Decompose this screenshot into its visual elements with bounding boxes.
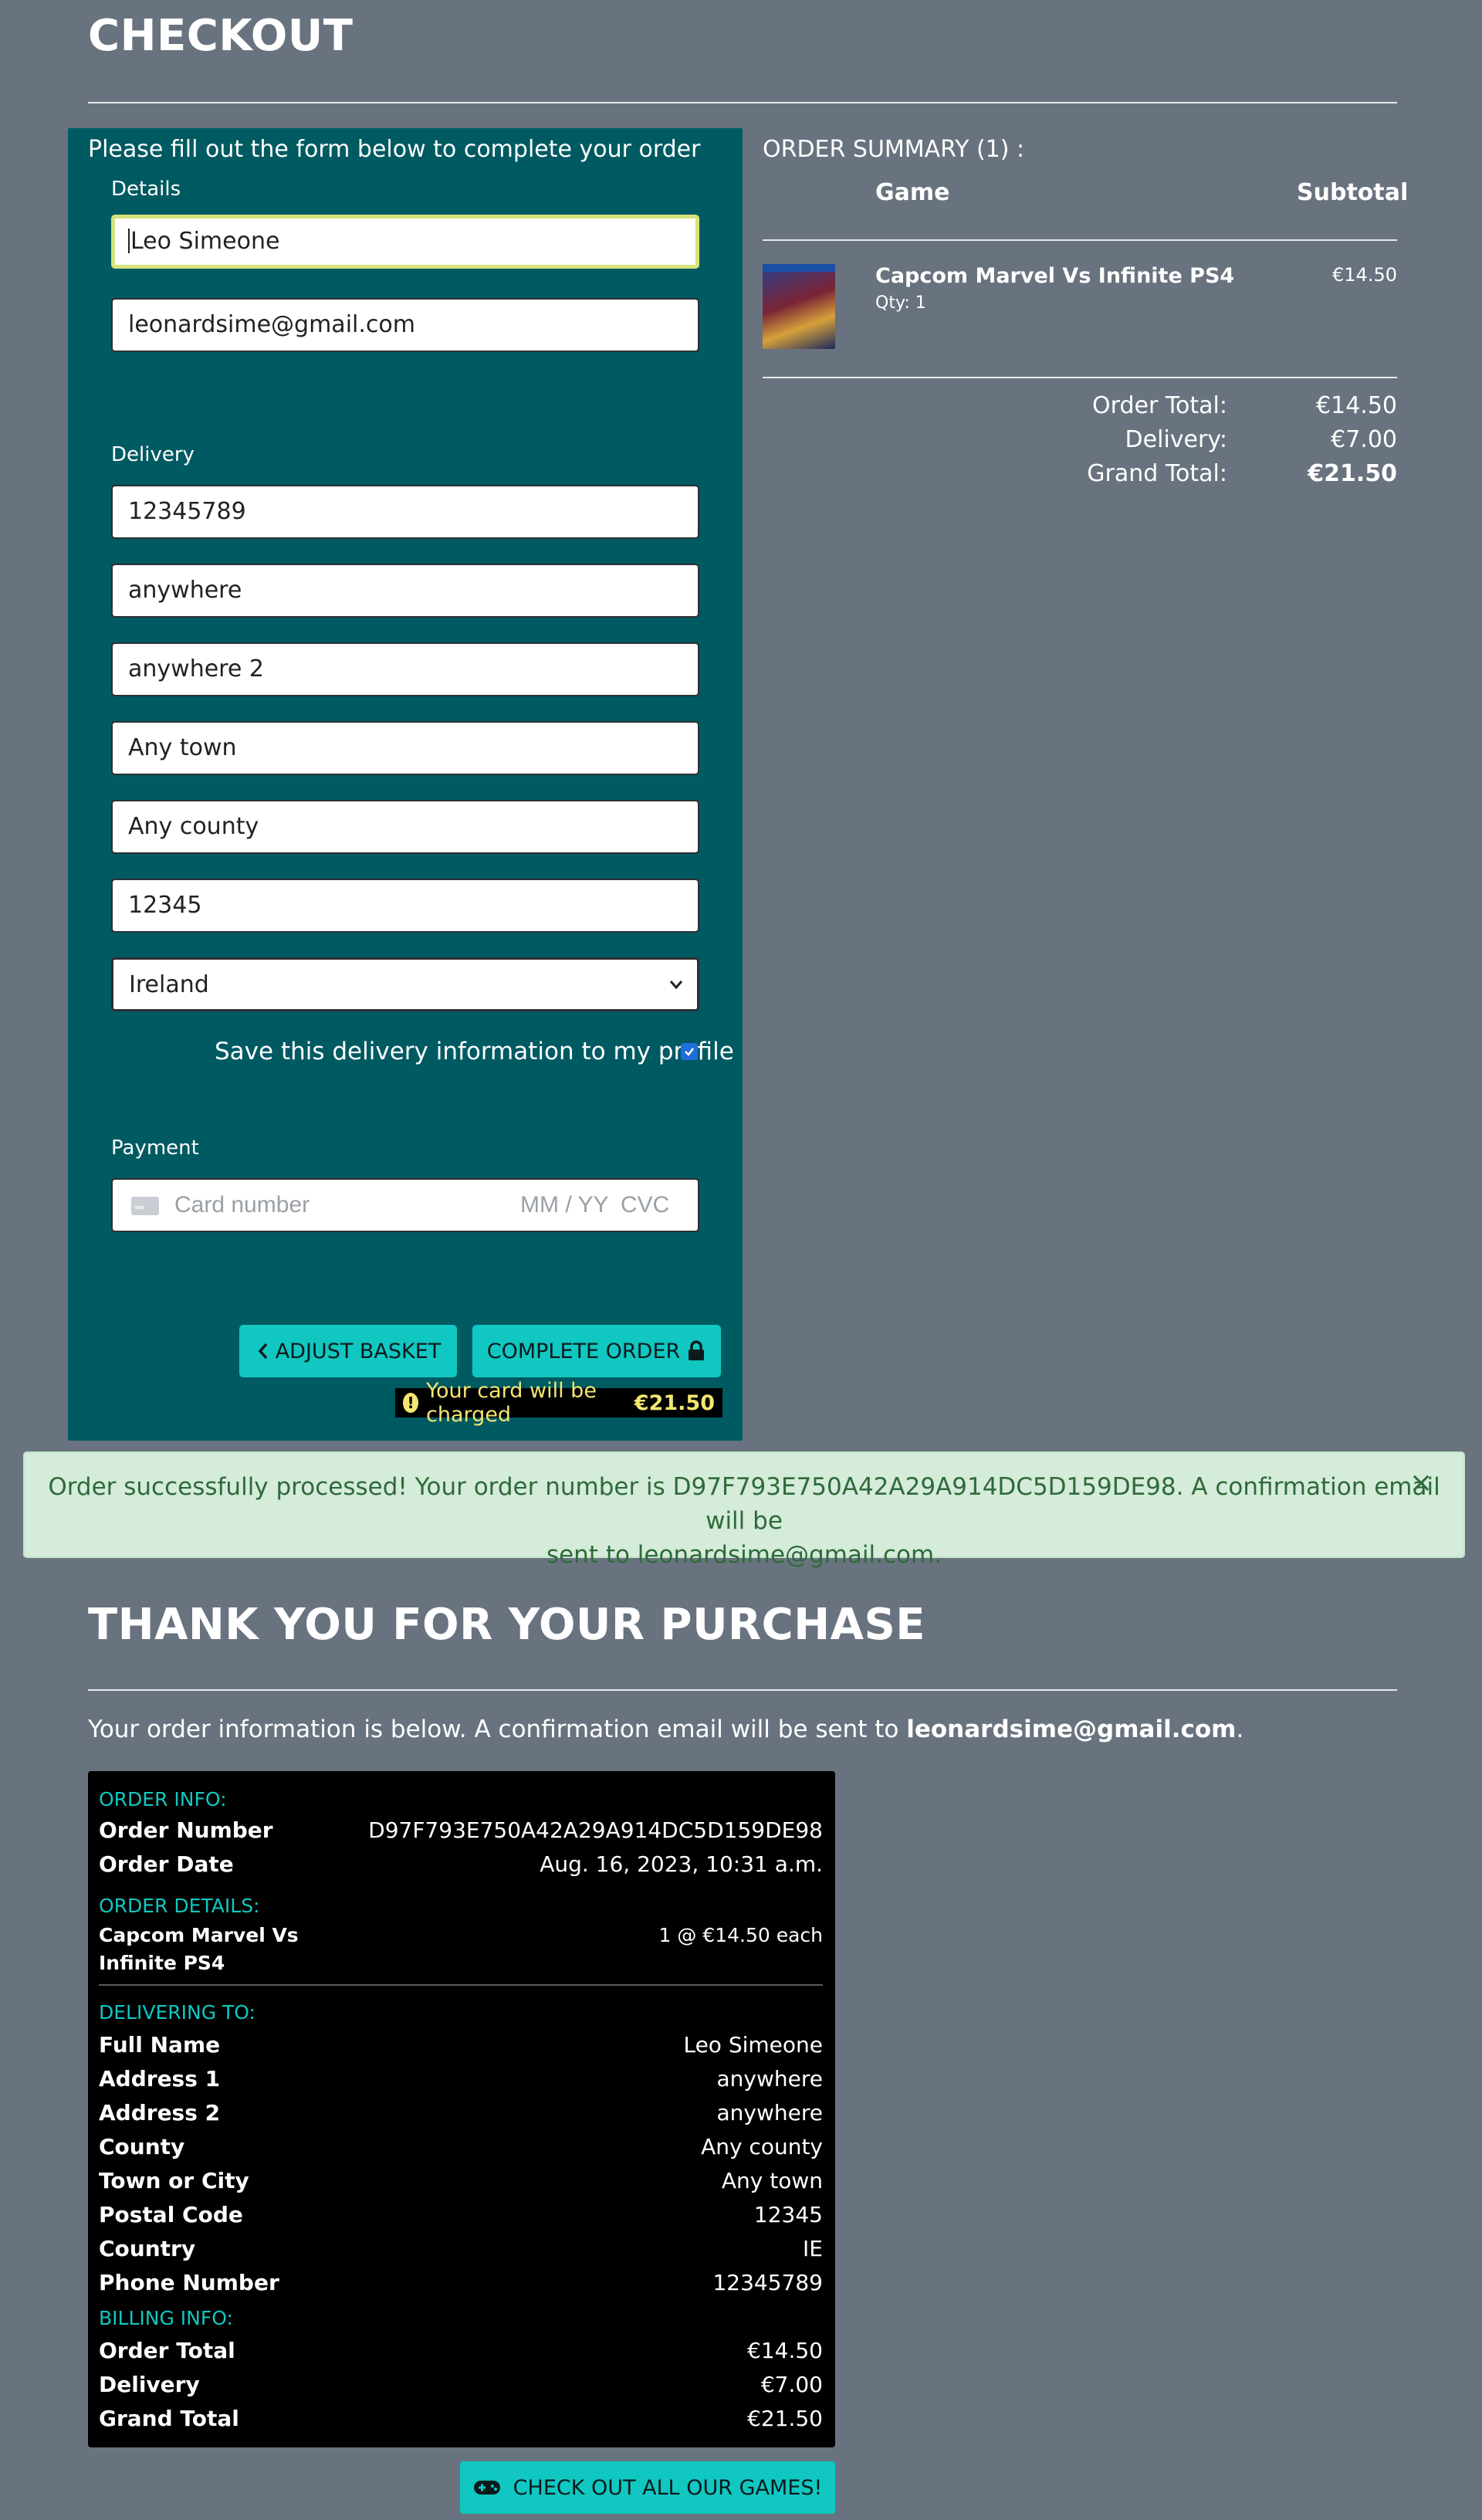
order-number-value: D97F793E750A42A29A914DC5D159DE98 — [368, 1817, 823, 1843]
order-summary-title: ORDER SUMMARY (1) : — [763, 136, 1025, 163]
check-icon — [685, 1048, 694, 1056]
full-name-value: Leo Simeone — [683, 2032, 823, 2058]
cvc-placeholder: CVC — [621, 1192, 670, 1218]
close-icon[interactable]: × — [1409, 1467, 1433, 1499]
delivery-cost-value: €7.00 — [1331, 426, 1397, 453]
receipt-delivery-value: €7.00 — [760, 2372, 823, 2397]
charge-amount: €21.50 — [634, 1390, 715, 1415]
success-alert: Order successfully processed! Your order… — [23, 1451, 1465, 1569]
lock-icon — [689, 1340, 705, 1360]
warning-icon: ! — [403, 1393, 419, 1413]
product-thumbnail[interactable] — [763, 264, 835, 349]
col-game-header: Game — [875, 179, 950, 206]
town-value: Any town — [721, 2168, 823, 2193]
receipt-order-total-label: Order Total — [99, 2338, 235, 2363]
confirmation-email: leonardsime@gmail.com — [906, 1716, 1237, 1743]
receipt-grand-total-label: Grand Total — [99, 2406, 239, 2431]
postcode-label: Postal Code — [99, 2202, 243, 2227]
address1-value: anywhere — [716, 2066, 823, 2092]
card-element[interactable]: Card number MM / YY CVC — [111, 1178, 699, 1232]
county-value: Any county — [701, 2134, 823, 2159]
order-date-value: Aug. 16, 2023, 10:31 a.m. — [540, 1851, 823, 1877]
full-name-label: Full Name — [99, 2032, 221, 2058]
thank-you-title: THANK YOU FOR YOUR PURCHASE — [88, 1600, 926, 1650]
col-subtotal-header: Subtotal — [1297, 179, 1409, 206]
complete-order-button[interactable]: COMPLETE ORDER — [472, 1325, 721, 1377]
alert-line-1: Order successfully processed! Your order… — [48, 1473, 1440, 1535]
address2-label: Address 2 — [99, 2100, 221, 2125]
receipt-divider — [99, 1984, 823, 1986]
receipt-item-qty-price: 1 @ €14.50 each — [658, 1924, 823, 1946]
address1-input[interactable]: anywhere — [111, 564, 699, 618]
text-caret — [128, 228, 130, 253]
adjust-basket-button[interactable]: ADJUST BASKET — [239, 1325, 457, 1377]
product-qty: Qty: 1 — [875, 293, 926, 313]
order-total-label: Order Total: — [1092, 392, 1227, 419]
charge-notice: ! Your card will be charged €21.50 — [395, 1379, 722, 1427]
phone-value: 12345789 — [712, 2270, 823, 2295]
full-name-input[interactable]: Leo Simeone — [111, 215, 699, 269]
grand-total-label: Grand Total: — [1087, 460, 1227, 487]
payment-label: Payment — [111, 1136, 199, 1160]
save-info-checkbox[interactable] — [681, 1043, 698, 1060]
chevron-left-icon — [258, 1343, 268, 1360]
form-intro: Please fill out the form below to comple… — [88, 136, 701, 163]
phone-label: Phone Number — [99, 2270, 279, 2295]
order-number-label: Order Number — [99, 1817, 273, 1843]
order-info-heading: ORDER INFO: — [99, 1788, 227, 1810]
receipt-order-total-value: €14.50 — [747, 2338, 823, 2363]
order-date-label: Order Date — [99, 1851, 234, 1877]
checkout-title: CHECKOUT — [88, 11, 354, 61]
platform-strip — [763, 264, 835, 272]
summary-divider-top — [763, 239, 1397, 241]
gamepad-icon — [473, 2481, 500, 2495]
country-select[interactable]: Ireland — [111, 957, 699, 1011]
address2-input[interactable]: anywhere 2 — [111, 642, 699, 696]
save-info-label: Save this delivery information to my pro… — [215, 1038, 734, 1065]
email-input[interactable]: leonardsime@gmail.com — [111, 298, 699, 352]
receipt-grand-total-value: €21.50 — [747, 2406, 823, 2431]
receipt-item-name-1: Capcom Marvel Vs — [99, 1924, 299, 1946]
details-label: Details — [111, 178, 181, 201]
thank-you-divider — [88, 1689, 1397, 1691]
county-input[interactable]: Any county — [111, 800, 699, 854]
postcode-input[interactable]: 12345 — [111, 879, 699, 933]
order-info-text: Your order information is below. A confi… — [88, 1716, 1244, 1743]
check-out-games-button[interactable]: CHECK OUT ALL OUR GAMES! — [460, 2461, 835, 2514]
county-label: County — [99, 2134, 185, 2159]
alert-line-2: sent to leonardsime@gmail.com. — [546, 1541, 942, 1569]
country-label: Country — [99, 2236, 196, 2261]
chevron-down-icon — [668, 960, 685, 1030]
receipt-item-name-2: Infinite PS4 — [99, 1952, 225, 1974]
town-input[interactable]: Any town — [111, 721, 699, 775]
postcode-value: 12345 — [753, 2202, 823, 2227]
summary-divider-bottom — [763, 377, 1397, 378]
receipt-delivery-label: Delivery — [99, 2372, 200, 2397]
town-label: Town or City — [99, 2168, 249, 2193]
checkout-divider — [88, 102, 1397, 103]
billing-heading: BILLING INFO: — [99, 2307, 233, 2329]
order-details-heading: ORDER DETAILS: — [99, 1895, 260, 1917]
address2-value: anywhere — [716, 2100, 823, 2125]
phone-input[interactable]: 12345789 — [111, 485, 699, 539]
delivering-heading: DELIVERING TO: — [99, 2001, 255, 2024]
product-name: Capcom Marvel Vs Infinite PS4 — [875, 264, 1235, 288]
country-value: IE — [803, 2236, 823, 2261]
address1-label: Address 1 — [99, 2066, 221, 2092]
card-number-placeholder: Card number — [174, 1192, 310, 1218]
delivery-cost-label: Delivery: — [1125, 426, 1227, 453]
order-total-value: €14.50 — [1316, 392, 1397, 419]
grand-total-value: €21.50 — [1308, 460, 1397, 487]
delivery-label: Delivery — [111, 443, 195, 466]
card-icon — [131, 1197, 159, 1215]
product-price: €14.50 — [1332, 264, 1397, 286]
expiry-placeholder: MM / YY — [520, 1192, 609, 1218]
